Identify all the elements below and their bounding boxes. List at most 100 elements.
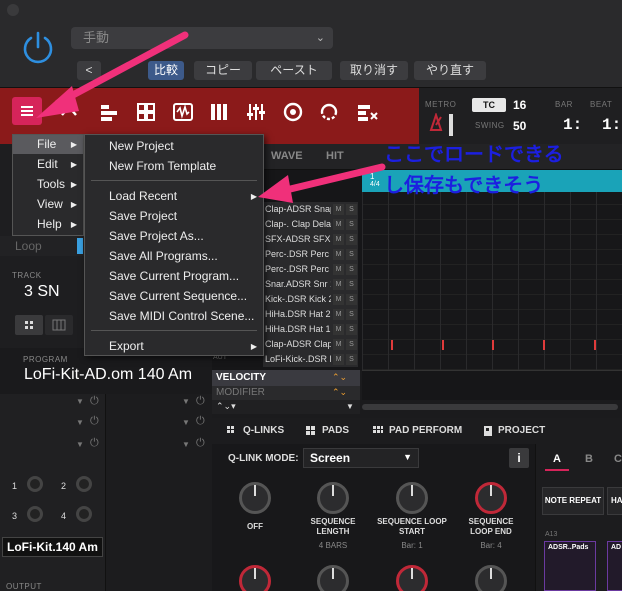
menu-item-edit[interactable]: Edit ▶ (13, 155, 83, 174)
tab-hit[interactable]: HIT (326, 150, 344, 162)
qlink-knob-7[interactable] (396, 565, 428, 591)
menu-save-current-program[interactable]: Save Current Program... (85, 267, 263, 286)
chevron-down-icon[interactable]: ▼ (76, 418, 84, 427)
menu-save-midi-control-scene[interactable]: Save MIDI Control Scene... (85, 307, 263, 326)
tab-project[interactable]: PROJECT (498, 418, 545, 444)
power-icon[interactable]: ⏻ (196, 395, 205, 408)
tc-value[interactable]: 16 (513, 98, 526, 112)
solo-button[interactable]: S (346, 309, 357, 320)
info-button[interactable]: i (509, 448, 529, 468)
power-icon[interactable]: ⏻ (90, 437, 99, 450)
menu-load-recent[interactable]: Load Recent ▶ (85, 187, 263, 206)
note-step[interactable] (442, 340, 444, 350)
envelope-icon[interactable]: ⌃⌄ (332, 387, 347, 398)
sample-edit-icon[interactable] (172, 101, 194, 123)
menu-item-help[interactable]: Help ▶ (13, 215, 83, 234)
velocity-grid[interactable] (362, 370, 622, 400)
solo-button[interactable]: S (346, 234, 357, 245)
mute-button[interactable]: M (333, 339, 344, 350)
solo-button[interactable]: S (346, 339, 357, 350)
bar-value[interactable]: 1: (563, 116, 582, 134)
grid-view-button[interactable] (15, 315, 43, 335)
solo-button[interactable]: S (346, 219, 357, 230)
chevron-down-icon[interactable]: ▼ (346, 402, 354, 411)
menu-save-project[interactable]: Save Project (85, 207, 263, 226)
solo-button[interactable]: S (346, 279, 357, 290)
bank-b-tab[interactable]: B (585, 453, 593, 465)
pad-knob-3[interactable] (27, 506, 43, 522)
mute-button[interactable]: M (333, 294, 344, 305)
metronome-icon[interactable] (428, 113, 444, 131)
mute-button[interactable]: M (333, 234, 344, 245)
solo-button[interactable]: S (346, 249, 357, 260)
qlink-knob-1[interactable] (239, 482, 271, 514)
keys-view-button[interactable] (45, 315, 73, 335)
solo-button[interactable]: S (346, 264, 357, 275)
qlink-knob-5[interactable] (239, 565, 271, 591)
envelope-icon[interactable]: ⌃⌄ (332, 372, 347, 383)
swing-value[interactable]: 50 (513, 119, 526, 133)
menu-item-tools[interactable]: Tools ▶ (13, 175, 83, 194)
track-value[interactable]: 3 SN (24, 283, 60, 301)
pad-a13[interactable]: ADSR..Pads (544, 541, 596, 591)
track-row[interactable]: SFX-ADSR SFX M S (263, 232, 358, 247)
mute-button[interactable]: M (333, 354, 344, 365)
track-row[interactable]: Clap-. Clap Delay M S (263, 217, 358, 232)
note-step[interactable] (391, 340, 393, 350)
track-row[interactable]: Clap-ADSR Clap M S (263, 337, 358, 352)
power-icon[interactable]: ⏻ (196, 415, 205, 428)
beat-value[interactable]: 1: (602, 116, 621, 134)
tab-pads[interactable]: PADS (322, 418, 349, 444)
solo-button[interactable]: S (346, 204, 357, 215)
half-level-button[interactable]: HA (607, 487, 622, 515)
looper-icon[interactable] (318, 101, 340, 123)
loop-toggle[interactable] (77, 238, 83, 254)
chevron-down-icon[interactable]: ▼ (76, 397, 84, 406)
menu-item-view[interactable]: View ▶ (13, 195, 83, 214)
copy-button[interactable]: コピー (194, 61, 252, 80)
add-lane-icon[interactable]: ⌃⌄▾ (216, 401, 236, 412)
pad-knob-2[interactable] (76, 476, 92, 492)
list-edit-icon[interactable] (356, 101, 378, 123)
qlink-mode-dropdown[interactable]: Screen ▼ (303, 448, 419, 468)
solo-button[interactable]: S (346, 354, 357, 365)
power-icon[interactable]: ⏻ (90, 395, 99, 408)
qlink-knob-4[interactable] (475, 482, 507, 514)
power-icon[interactable]: ⏻ (196, 437, 205, 450)
browser-icon[interactable] (58, 101, 80, 123)
pad-grid-icon[interactable] (135, 101, 157, 123)
paste-button[interactable]: ペースト (256, 61, 332, 80)
pad-knob-4[interactable] (76, 506, 92, 522)
program-value[interactable]: LoFi-Kit-AD.om 140 Am (24, 366, 192, 384)
track-view-icon[interactable] (98, 101, 120, 123)
bank-c-tab[interactable]: C (614, 453, 622, 465)
pad-knob-1[interactable] (27, 476, 43, 492)
undo-button[interactable]: 取り消す (340, 61, 408, 80)
mute-button[interactable]: M (333, 309, 344, 320)
menu-save-all-programs[interactable]: Save All Programs... (85, 247, 263, 266)
qlink-knob-6[interactable] (317, 565, 349, 591)
program-name-box[interactable]: LoFi-Kit.140 Am (2, 537, 103, 557)
bank-a-tab[interactable]: A (553, 453, 561, 465)
menu-new-project[interactable]: New Project (85, 137, 263, 156)
mute-button[interactable]: M (333, 219, 344, 230)
back-button[interactable]: < (77, 61, 101, 80)
hamburger-menu-button[interactable] (12, 97, 42, 125)
compare-button[interactable]: 比較 (148, 61, 184, 80)
tab-qlinks[interactable]: Q-LINKS (243, 418, 284, 444)
track-row[interactable]: Perc-.DSR Perc 2MS (263, 247, 358, 262)
mute-button[interactable]: M (333, 324, 344, 335)
power-icon[interactable] (19, 29, 57, 67)
track-row[interactable]: Clap-ADSR Snap M S (263, 202, 358, 217)
note-step[interactable] (543, 340, 545, 350)
menu-save-current-sequence[interactable]: Save Current Sequence... (85, 287, 263, 306)
redo-button[interactable]: やり直す (414, 61, 486, 80)
chevron-down-icon[interactable]: ▼ (182, 418, 190, 427)
note-step[interactable] (594, 340, 596, 350)
qlink-knob-3[interactable] (396, 482, 428, 514)
track-row[interactable]: LoFi-Kick-.DSR Kick 1MS (263, 352, 358, 367)
note-repeat-button[interactable]: NOTE REPEAT (542, 487, 604, 515)
mute-button[interactable]: M (333, 249, 344, 260)
program-edit-icon[interactable] (208, 101, 230, 123)
chevron-down-icon[interactable]: ▼ (76, 440, 84, 449)
